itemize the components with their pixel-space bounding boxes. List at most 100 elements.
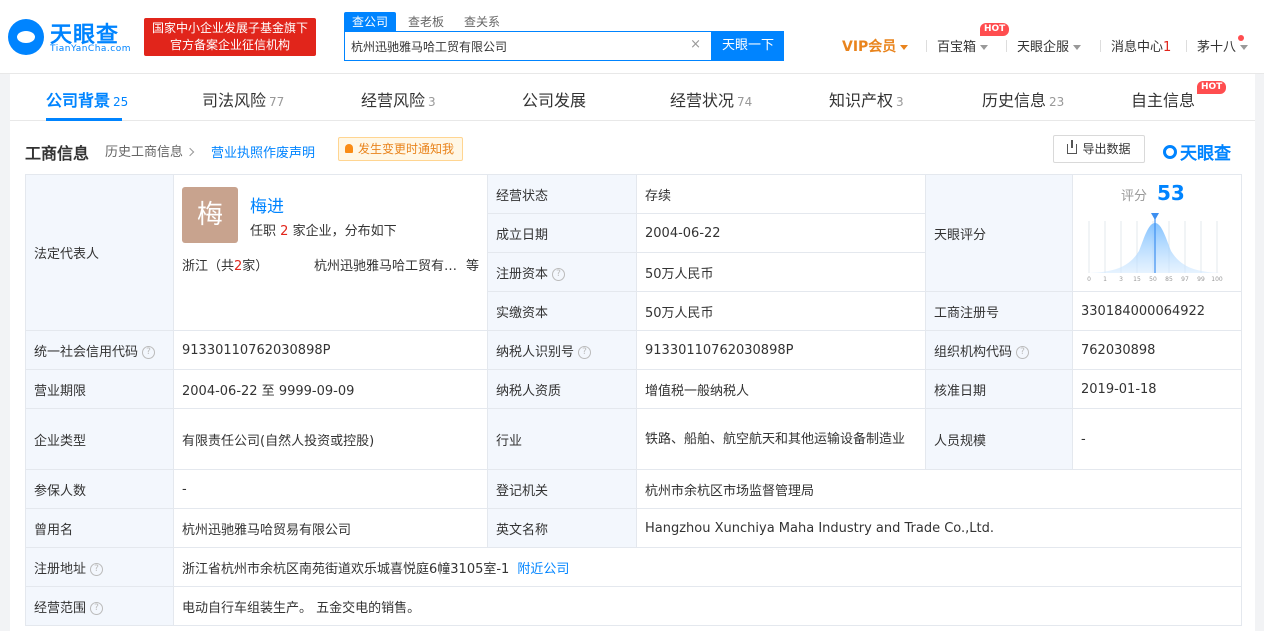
legal-rep-etc: 等 xyxy=(465,259,479,274)
clear-icon[interactable]: × xyxy=(690,37,701,52)
tab-label: 历史信息 xyxy=(982,91,1047,110)
taxpayer-qual-label: 纳税人资质 xyxy=(487,369,637,409)
gov-badge[interactable]: 国家中小企业发展子基金旗下 官方备案企业征信机构 xyxy=(144,18,316,56)
tab-count: 25 xyxy=(113,95,129,109)
insured-value: - xyxy=(173,469,488,509)
section-title: 工商信息 xyxy=(25,144,90,163)
brand-text: 天眼查 xyxy=(1180,144,1231,164)
logo-eye-icon xyxy=(8,19,44,55)
tab-company-background[interactable]: 公司背景 25 xyxy=(46,87,128,111)
help-icon[interactable]: ? xyxy=(1016,345,1030,359)
reg-capital-value: 50万人民币 xyxy=(636,252,926,292)
authority-value: 杭州市余杭区市场监督管理局 xyxy=(636,469,1242,509)
export-data-button[interactable]: 导出数据 xyxy=(1053,135,1145,163)
positions-prefix: 任职 xyxy=(250,224,277,239)
export-label: 导出数据 xyxy=(1082,142,1131,156)
table-row: 曾用名 杭州迅驰雅马哈贸易有限公司 英文名称 Hangzhou Xunchiya… xyxy=(25,508,1242,548)
search-tab-relation[interactable]: 查关系 xyxy=(456,12,508,32)
org-code-label-cell: 组织机构代码? xyxy=(925,330,1073,370)
help-icon[interactable]: ? xyxy=(142,345,156,359)
address-value: 浙江省杭州市余杭区南苑街道欢乐城喜悦庭6幢3105室-1 xyxy=(182,561,510,577)
score-title: 评分 xyxy=(1121,189,1148,204)
reg-no-label: 工商注册号 xyxy=(925,291,1073,331)
term-label: 营业期限 xyxy=(25,369,174,409)
authority-label: 登记机关 xyxy=(487,469,637,509)
search-input[interactable] xyxy=(351,36,681,56)
tab-count: 3 xyxy=(428,95,436,109)
messages-label: 消息中心 xyxy=(1111,40,1164,55)
positions-count[interactable]: 2 xyxy=(280,224,288,239)
type-value: 有限责任公司(自然人投资或控股) xyxy=(173,408,488,470)
history-business-info-link[interactable]: 历史工商信息 xyxy=(105,141,195,160)
tab-intellectual-property[interactable]: 知识产权 3 xyxy=(829,87,904,111)
baibao-menu[interactable]: 百宝箱 xyxy=(937,36,989,56)
nearby-companies-link[interactable]: 附近公司 xyxy=(517,562,569,577)
history-link-label: 历史工商信息 xyxy=(105,145,184,160)
taxpayer-id-value: 91330110762030898P xyxy=(636,330,926,370)
status-label: 经营状态 xyxy=(487,174,637,214)
table-row: 企业类型 有限责任公司(自然人投资或控股) 行业 铁路、船舶、航空航天和其他运输… xyxy=(25,408,1242,470)
staff-value: - xyxy=(1072,408,1242,470)
search-tab-boss[interactable]: 查老板 xyxy=(400,12,452,32)
province-suffix: 家） xyxy=(242,259,269,274)
brand-eye-icon xyxy=(1163,145,1177,159)
founded-value: 2004-06-22 xyxy=(636,213,926,253)
axis-tick: 0 xyxy=(1087,276,1091,283)
english-name-label: 英文名称 xyxy=(487,508,637,548)
insured-label: 参保人数 xyxy=(25,469,174,509)
help-icon[interactable]: ? xyxy=(552,267,566,281)
notify-on-change-button[interactable]: 发生变更时通知我 xyxy=(338,137,464,161)
notification-dot xyxy=(1238,35,1244,41)
tab-operation-status[interactable]: 经营状况 74 xyxy=(670,87,752,111)
legal-rep-company[interactable]: 杭州迅驰雅马哈工贸有限公司 xyxy=(314,255,459,274)
search-button[interactable]: 天眼一下 xyxy=(712,31,784,61)
user-name: 茅十八 xyxy=(1197,40,1237,55)
reg-capital-label: 注册资本 xyxy=(496,266,549,282)
credit-code-value: 91330110762030898P xyxy=(173,330,488,370)
taxpayer-qual-value: 增值税一般纳税人 xyxy=(636,369,926,409)
type-label: 企业类型 xyxy=(25,408,174,470)
tab-operation-risk[interactable]: 经营风险 3 xyxy=(361,87,436,111)
axis-tick: 1 xyxy=(1103,276,1107,283)
tab-company-development[interactable]: 公司发展 xyxy=(522,87,586,111)
table-row: 经营范围? 电动自行车组装生产。 五金交电的销售。 xyxy=(25,586,1242,626)
tab-self-info[interactable]: 自主信息 xyxy=(1131,87,1195,111)
search-tab-company[interactable]: 查公司 xyxy=(344,12,397,32)
taxpayer-id-label-cell: 纳税人识别号? xyxy=(487,330,637,370)
tab-judicial-risk[interactable]: 司法风险 77 xyxy=(202,87,284,111)
enterprise-label: 天眼企服 xyxy=(1017,40,1070,55)
search-box: × xyxy=(344,31,712,61)
address-cell: 浙江省杭州市余杭区南苑街道欢乐城喜悦庭6幢3105室-1 附近公司 xyxy=(173,547,1242,587)
tab-history[interactable]: 历史信息 23 xyxy=(982,87,1064,111)
score-cell[interactable]: 评分 53 0 1 3 15 50 85 97 99 100 xyxy=(1072,174,1242,292)
legal-rep-province[interactable]: 浙江（共2家） xyxy=(182,255,268,274)
help-icon[interactable]: ? xyxy=(578,345,592,359)
nav-divider xyxy=(1186,40,1187,52)
tianyancha-logo[interactable]: 天眼查 TianYanCha.com xyxy=(8,17,136,57)
nav-divider xyxy=(926,40,927,52)
term-value: 2004-06-22 至 9999-09-09 xyxy=(173,369,488,409)
address-label: 注册地址 xyxy=(34,561,87,577)
help-icon[interactable]: ? xyxy=(90,601,104,615)
legal-rep-name[interactable]: 梅进 xyxy=(250,192,284,217)
vip-label: VIP会员 xyxy=(842,39,897,55)
caret-down-icon xyxy=(980,45,989,50)
paid-capital-label: 实缴资本 xyxy=(487,291,637,331)
axis-tick: 50 xyxy=(1149,276,1157,283)
nav-divider xyxy=(1006,40,1007,52)
brand-watermark: 天眼查 xyxy=(1163,139,1231,164)
vip-menu[interactable]: VIP会员 xyxy=(842,36,909,56)
caret-down-icon xyxy=(1073,45,1082,50)
credit-code-label: 统一社会信用代码 xyxy=(34,344,139,360)
avatar[interactable]: 梅 xyxy=(182,187,238,243)
org-code-value: 762030898 xyxy=(1072,330,1242,370)
enterprise-menu[interactable]: 天眼企服 xyxy=(1017,36,1082,56)
table-row: 参保人数 - 登记机关 杭州市余杭区市场监督管理局 xyxy=(25,469,1242,509)
license-void-declaration-link[interactable]: 营业执照作废声明 xyxy=(211,142,315,161)
table-row: 统一社会信用代码? 91330110762030898P 纳税人识别号? 913… xyxy=(25,330,1242,370)
address-label-cell: 注册地址? xyxy=(25,547,174,587)
help-icon[interactable]: ? xyxy=(90,562,104,576)
tab-label: 公司发展 xyxy=(522,91,587,110)
message-center[interactable]: 消息中心1 xyxy=(1111,36,1171,56)
hot-badge: HOT xyxy=(980,23,1010,36)
